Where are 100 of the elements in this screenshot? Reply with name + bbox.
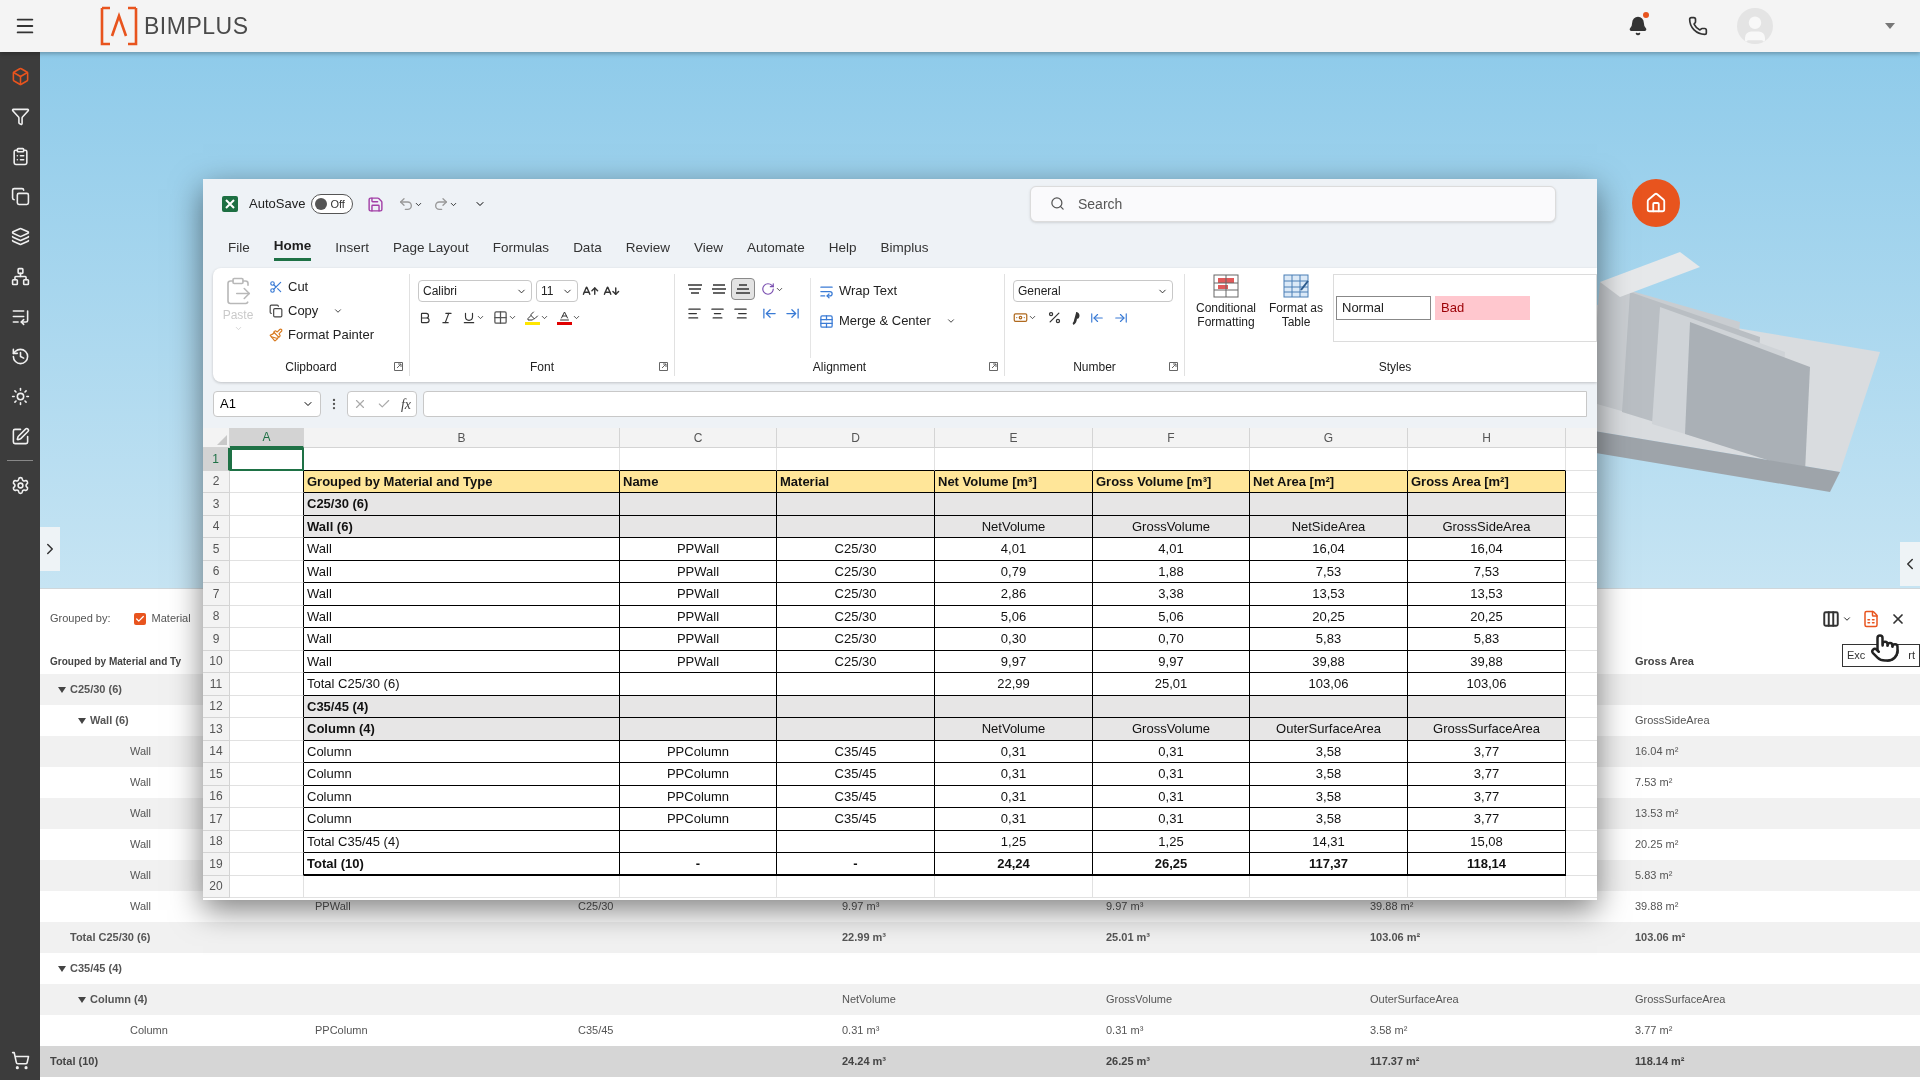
- sheet-cell[interactable]: 16,04: [1250, 538, 1408, 561]
- row-header[interactable]: 16: [203, 785, 230, 808]
- sheet-cell[interactable]: C35/45 (4): [304, 695, 620, 718]
- ribbon-tab[interactable]: Home: [273, 235, 312, 261]
- sheet-cell[interactable]: 0,70: [1093, 628, 1250, 651]
- column-header[interactable]: B: [304, 428, 620, 448]
- ribbon-tab[interactable]: View: [693, 235, 723, 261]
- sheet-cell[interactable]: Column: [304, 808, 620, 831]
- font-name-field[interactable]: Calibri: [418, 280, 532, 302]
- cut-button[interactable]: Cut: [269, 276, 374, 297]
- sheet-cell[interactable]: 39,88: [1250, 650, 1408, 673]
- expanded-icon[interactable]: [58, 685, 66, 694]
- conditional-formatting-button[interactable]: Conditional Formatting: [1193, 274, 1259, 329]
- accounting-format-button[interactable]: [1013, 310, 1037, 325]
- sheet-cell[interactable]: PPColumn: [620, 808, 777, 831]
- sheet-cell[interactable]: 3,58: [1250, 740, 1408, 763]
- sheet-cell[interactable]: 0,30: [935, 628, 1093, 651]
- row-header[interactable]: 2: [203, 470, 230, 493]
- sheet-cell[interactable]: PPColumn: [620, 763, 777, 786]
- sheet-cell[interactable]: GrossVolume: [1093, 718, 1250, 741]
- increase-decimal-button[interactable]: [1090, 310, 1104, 325]
- column-chooser-button[interactable]: [1822, 609, 1852, 628]
- sheet-cell[interactable]: C25/30: [777, 650, 935, 673]
- sheet-cell[interactable]: [1408, 695, 1566, 718]
- sheet-cell[interactable]: C25/30: [777, 628, 935, 651]
- copy-button[interactable]: Copy: [269, 300, 374, 321]
- sheet-cell[interactable]: Total C35/45 (4): [304, 830, 620, 853]
- sheet-cell[interactable]: 13,53: [1408, 583, 1566, 606]
- format-as-table-button[interactable]: Format as Table: [1265, 274, 1327, 329]
- sheet-cell[interactable]: Net Area [m²]: [1250, 470, 1408, 493]
- sheet-cell[interactable]: [1250, 695, 1408, 718]
- sheet-cell[interactable]: 5,06: [935, 605, 1093, 628]
- sheet-cell[interactable]: NetVolume: [935, 515, 1093, 538]
- sheet-cell[interactable]: 13,53: [1250, 583, 1408, 606]
- sheet-cell[interactable]: GrossVolume: [1093, 515, 1250, 538]
- sheet-cell[interactable]: 3,58: [1250, 808, 1408, 831]
- column-header[interactable]: D: [777, 428, 935, 448]
- insert-function-button[interactable]: fx: [400, 393, 411, 415]
- phone-button[interactable]: [1686, 14, 1710, 38]
- row-header[interactable]: 8: [203, 605, 230, 628]
- sheet-cell[interactable]: [777, 673, 935, 696]
- sheet-cell[interactable]: Wall (6): [304, 515, 620, 538]
- expand-panel-button[interactable]: [40, 527, 60, 571]
- decrease-indent-button[interactable]: [762, 306, 777, 321]
- column-header[interactable]: E: [935, 428, 1093, 448]
- row-header[interactable]: 5: [203, 538, 230, 561]
- ribbon-tab[interactable]: Bimplus: [880, 235, 929, 261]
- row-header[interactable]: 1: [203, 448, 230, 471]
- autosave-toggle[interactable]: Off: [311, 194, 354, 214]
- sheet-cell[interactable]: PPColumn: [620, 740, 777, 763]
- column-header[interactable]: G: [1250, 428, 1408, 448]
- sheet-cell[interactable]: 20,25: [1408, 605, 1566, 628]
- sheet-cell[interactable]: [620, 673, 777, 696]
- cell-style[interactable]: Bad: [1435, 296, 1530, 320]
- collapse-panel-button[interactable]: [1900, 542, 1920, 586]
- bold-button[interactable]: [418, 310, 432, 325]
- row-header[interactable]: 3: [203, 493, 230, 516]
- format-painter-button[interactable]: Format Painter: [269, 324, 374, 345]
- sheet-cell[interactable]: 5,83: [1250, 628, 1408, 651]
- vertical-align-button[interactable]: [731, 278, 755, 300]
- sheet-cell[interactable]: 22,99: [935, 673, 1093, 696]
- dialog-launcher-icon[interactable]: [659, 362, 668, 371]
- sheet-cell[interactable]: 0,31: [935, 808, 1093, 831]
- sheet-cell[interactable]: C25/30: [777, 583, 935, 606]
- sheet-cell[interactable]: Grouped by Material and Type: [304, 470, 620, 493]
- row-header[interactable]: 18: [203, 830, 230, 853]
- sheet-cell[interactable]: [777, 695, 935, 718]
- sheet-cell[interactable]: [620, 718, 777, 741]
- sheet-cell[interactable]: Wall: [304, 560, 620, 583]
- dialog-launcher-icon[interactable]: [1169, 362, 1178, 371]
- orientation-button[interactable]: [761, 282, 784, 296]
- row-header[interactable]: 14: [203, 740, 230, 763]
- sheet-cell[interactable]: 103,06: [1408, 673, 1566, 696]
- sheet-cell[interactable]: PPWall: [620, 605, 777, 628]
- sheet-cell[interactable]: 5,06: [1093, 605, 1250, 628]
- sheet-cell[interactable]: Gross Volume [m³]: [1093, 470, 1250, 493]
- sheet-cell[interactable]: 5,83: [1408, 628, 1566, 651]
- comma-style-icon[interactable]: [1072, 310, 1080, 325]
- expanded-icon[interactable]: [58, 964, 66, 973]
- ribbon-tab[interactable]: Formulas: [492, 235, 550, 261]
- sheet-cell[interactable]: [777, 515, 935, 538]
- search-field[interactable]: Search: [1030, 186, 1556, 222]
- sheet-cell[interactable]: 0,31: [1093, 763, 1250, 786]
- sheet-cell[interactable]: 4,01: [1093, 538, 1250, 561]
- sheet-cell[interactable]: [620, 515, 777, 538]
- sheet-cell[interactable]: C25/30: [777, 538, 935, 561]
- sheet-cell[interactable]: 0,31: [935, 785, 1093, 808]
- row-header[interactable]: 11: [203, 673, 230, 696]
- sheet-cell[interactable]: [777, 718, 935, 741]
- sheet-cell[interactable]: C35/45: [777, 785, 935, 808]
- sheet-cell[interactable]: PPWall: [620, 628, 777, 651]
- sheet-cell[interactable]: Net Volume [m³]: [935, 470, 1093, 493]
- sheet-cell[interactable]: 117,37: [1250, 853, 1408, 876]
- sheet-cell[interactable]: 25,01: [1093, 673, 1250, 696]
- cell-style[interactable]: Normal: [1336, 296, 1431, 320]
- sheet-cell[interactable]: 0,31: [1093, 808, 1250, 831]
- sheet-cell[interactable]: 3,77: [1408, 808, 1566, 831]
- column-header[interactable]: H: [1408, 428, 1566, 448]
- ribbon-tab[interactable]: Insert: [335, 235, 370, 261]
- column-header[interactable]: A: [230, 428, 304, 448]
